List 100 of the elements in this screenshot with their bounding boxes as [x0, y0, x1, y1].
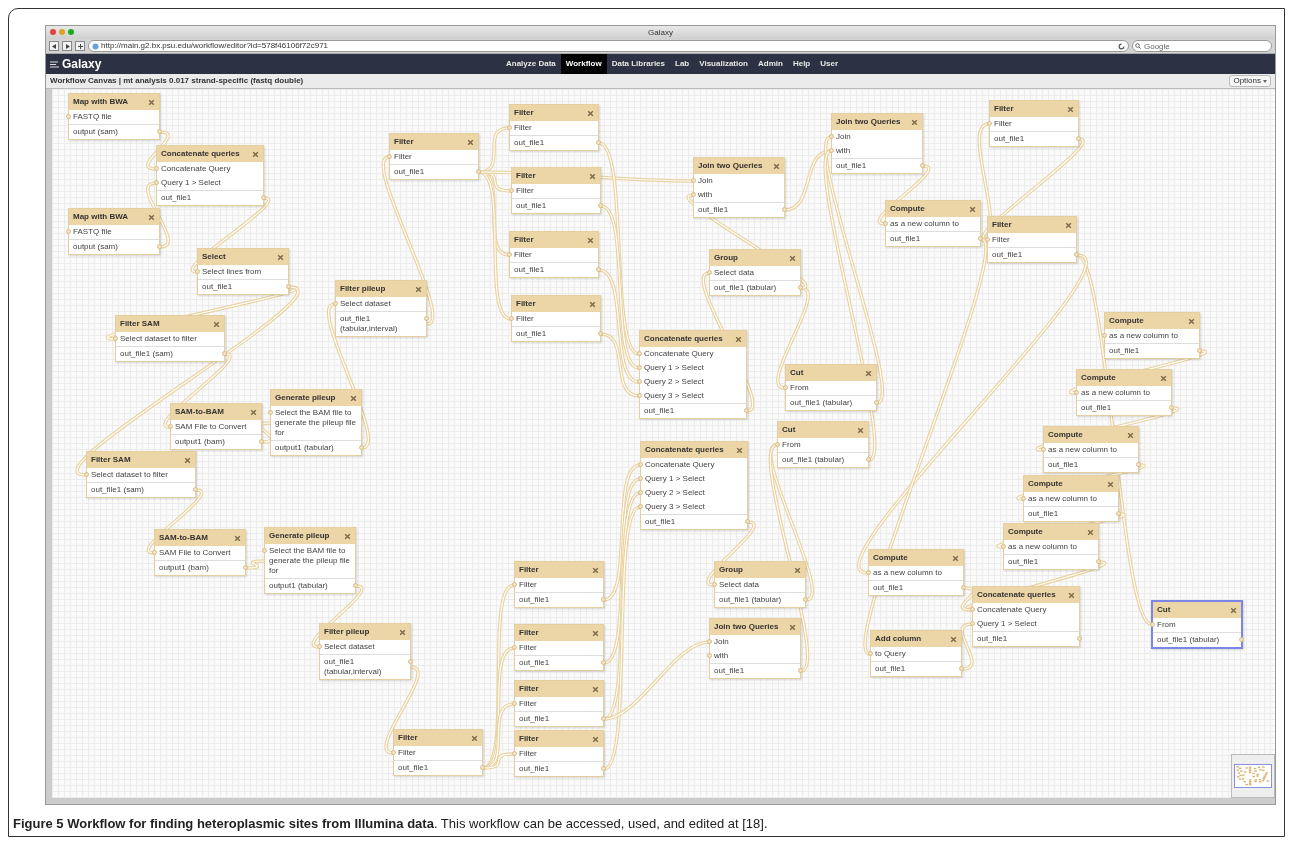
input-port[interactable]: [268, 410, 273, 415]
output-port[interactable]: [866, 457, 871, 462]
input-port[interactable]: [637, 379, 642, 384]
output-port[interactable]: [1239, 637, 1244, 642]
input-port[interactable]: [512, 645, 517, 650]
output-port[interactable]: [353, 583, 358, 588]
input-port[interactable]: [866, 570, 871, 575]
input-port[interactable]: [509, 316, 514, 321]
output-port[interactable]: [480, 765, 485, 770]
close-icon[interactable]: [969, 205, 976, 213]
close-icon[interactable]: [736, 446, 743, 454]
close-icon[interactable]: [1065, 221, 1072, 229]
reload-icon[interactable]: [1118, 42, 1125, 50]
input-port[interactable]: [638, 462, 643, 467]
output-port[interactable]: [745, 519, 750, 524]
input-port[interactable]: [883, 221, 888, 226]
close-icon[interactable]: [592, 629, 599, 637]
close-icon[interactable]: [350, 394, 357, 402]
input-port[interactable]: [1074, 390, 1079, 395]
input-port[interactable]: [195, 269, 200, 274]
input-port[interactable]: [154, 180, 159, 185]
workflow-node[interactable]: Compute as a new column to out_file1: [1104, 312, 1200, 359]
workflow-node[interactable]: Add column to Query out_file1: [870, 630, 962, 677]
workflow-node[interactable]: Join two Queries Join with out_file1: [831, 113, 923, 174]
workflow-node[interactable]: Filter Filter out_file1: [509, 104, 599, 151]
input-port[interactable]: [970, 621, 975, 626]
input-port[interactable]: [637, 365, 642, 370]
minimap-drawing[interactable]: [1234, 764, 1272, 788]
options-button[interactable]: Options: [1229, 75, 1271, 87]
input-port[interactable]: [1001, 544, 1006, 549]
close-icon[interactable]: [1127, 431, 1134, 439]
close-icon[interactable]: [589, 300, 596, 308]
workflow-node[interactable]: Filter pileup Select dataset out_file1 (tabular,interval): [319, 623, 411, 680]
output-port[interactable]: [782, 207, 787, 212]
input-port[interactable]: [783, 385, 788, 390]
close-icon[interactable]: [587, 109, 594, 117]
output-port[interactable]: [193, 487, 198, 492]
output-port[interactable]: [1077, 636, 1082, 641]
nav-tab[interactable]: Workflow: [560, 54, 607, 74]
workflow-node[interactable]: Select Select lines from out_file1: [197, 248, 289, 295]
input-port[interactable]: [707, 653, 712, 658]
workflow-node[interactable]: Compute as a new column to out_file1: [1076, 369, 1172, 416]
input-port[interactable]: [66, 114, 71, 119]
close-icon[interactable]: [857, 426, 864, 434]
input-port[interactable]: [507, 252, 512, 257]
input-port[interactable]: [154, 166, 159, 171]
workflow-node[interactable]: Filter Filter out_file1: [987, 216, 1077, 263]
close-icon[interactable]: [592, 685, 599, 693]
close-icon[interactable]: [252, 150, 259, 158]
url-field[interactable]: http://main.g2.bx.psu.edu/workflow/editor?id=578f46106f72c971: [88, 40, 1129, 52]
output-port[interactable]: [601, 597, 606, 602]
close-icon[interactable]: [1160, 374, 1167, 382]
nav-tab[interactable]: Lab: [670, 54, 695, 74]
input-port[interactable]: [985, 237, 990, 242]
workflow-node[interactable]: Map with BWA FASTQ file output (sam): [68, 208, 160, 255]
output-port[interactable]: [598, 203, 603, 208]
input-port[interactable]: [66, 229, 71, 234]
close-icon[interactable]: [789, 623, 796, 631]
input-port[interactable]: [512, 751, 517, 756]
output-port[interactable]: [601, 716, 606, 721]
output-port[interactable]: [157, 129, 162, 134]
input-port[interactable]: [1041, 447, 1046, 452]
workflow-node[interactable]: Filter pileup Select dataset out_file1 (tabular,interval): [335, 280, 427, 337]
close-icon[interactable]: [471, 734, 478, 742]
output-port[interactable]: [424, 316, 429, 321]
output-port[interactable]: [596, 267, 601, 272]
output-port[interactable]: [1197, 348, 1202, 353]
input-port[interactable]: [707, 270, 712, 275]
workflow-node[interactable]: Concatenate queries Concatenate Query Query 1 > Select Query 2 > Select Query 3 > Select out_file1: [639, 330, 747, 419]
input-port[interactable]: [987, 121, 992, 126]
output-port[interactable]: [744, 408, 749, 413]
input-port[interactable]: [1150, 622, 1155, 627]
input-port[interactable]: [333, 301, 338, 306]
input-port[interactable]: [638, 504, 643, 509]
output-port[interactable]: [978, 236, 983, 241]
input-port[interactable]: [868, 651, 873, 656]
close-icon[interactable]: [467, 138, 474, 146]
output-port[interactable]: [920, 163, 925, 168]
close-icon[interactable]: [213, 320, 220, 328]
input-port[interactable]: [391, 750, 396, 755]
input-port[interactable]: [84, 472, 89, 477]
close-icon[interactable]: [794, 566, 801, 574]
workflow-node[interactable]: Compute as a new column to out_file1: [1023, 475, 1119, 522]
input-port[interactable]: [113, 336, 118, 341]
input-port[interactable]: [317, 644, 322, 649]
search-field[interactable]: Google: [1132, 40, 1272, 52]
output-port[interactable]: [874, 400, 879, 405]
output-port[interactable]: [1076, 136, 1081, 141]
workflow-node[interactable]: Compute as a new column to out_file1: [885, 200, 981, 247]
workflow-node[interactable]: Filter Filter out_file1: [511, 167, 601, 214]
workflow-node[interactable]: Concatenate queries Concatenate Query Query 1 > Select out_file1: [972, 586, 1080, 647]
close-icon[interactable]: [234, 534, 241, 542]
output-port[interactable]: [1074, 252, 1079, 257]
close-icon[interactable]: [587, 236, 594, 244]
workflow-node[interactable]: Cut From out_file1 (tabular): [785, 364, 877, 411]
close-icon[interactable]: [735, 335, 742, 343]
close-icon[interactable]: [399, 628, 406, 636]
close-icon[interactable]: [148, 98, 155, 106]
close-icon[interactable]: [250, 408, 257, 416]
close-icon[interactable]: [1230, 606, 1237, 614]
